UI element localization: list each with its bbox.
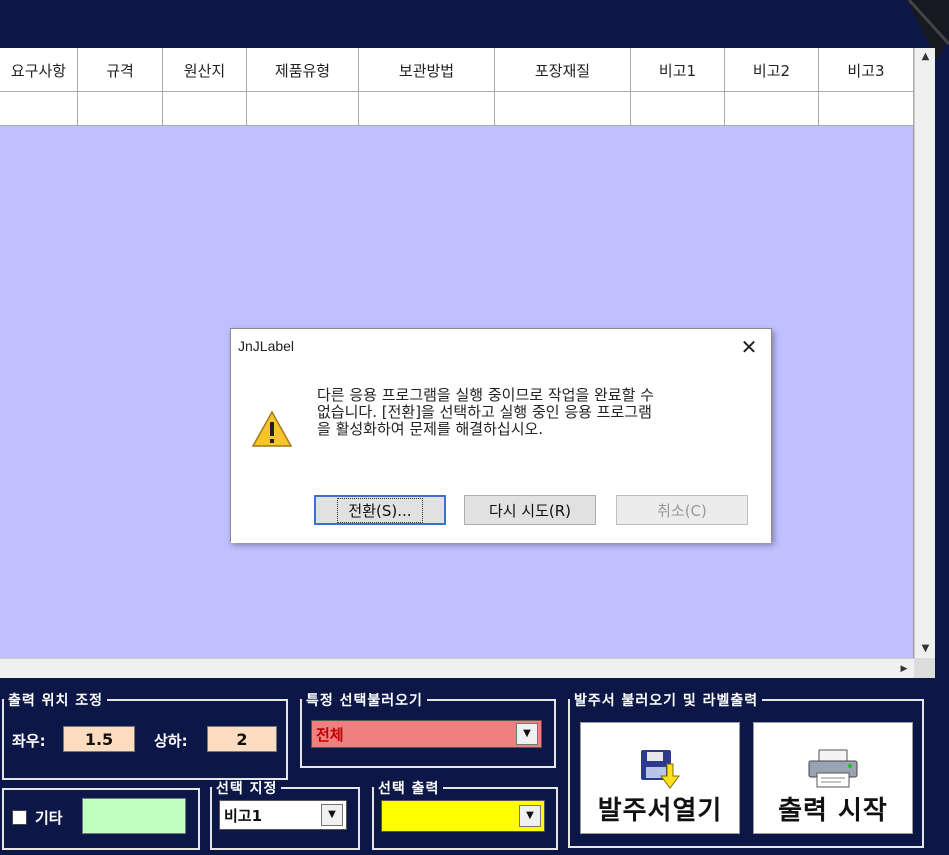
horizontal-scrollbar[interactable]: ▶ (0, 658, 914, 678)
dialog-message: 다른 응용 프로그램을 실행 중이므로 작업을 완료할 수 없습니다. [전환]… (317, 387, 757, 438)
select-output-combo[interactable]: ▼ (381, 800, 545, 832)
column-header[interactable]: 비고1 (631, 48, 725, 92)
column-header[interactable]: 원산지 (163, 48, 247, 92)
special-select-value: 전체 (316, 725, 344, 744)
select-output-legend: 선택 출력 (378, 781, 440, 797)
title-bar (0, 0, 949, 48)
table-cell[interactable] (495, 92, 631, 126)
printer-icon (808, 749, 858, 788)
select-designate-value: 비고1 (224, 806, 263, 825)
dialog-body: 다른 응용 프로그램을 실행 중이므로 작업을 완료할 수 없습니다. [전환]… (231, 365, 771, 543)
table-cell[interactable] (631, 92, 725, 126)
other-checkbox-label: 기타 (35, 809, 63, 827)
retry-button[interactable]: 다시 시도(R) (464, 495, 596, 525)
lr-value-field[interactable]: 1.5 (63, 726, 135, 752)
scroll-right-icon[interactable]: ▶ (894, 659, 914, 679)
column-header[interactable]: 제품유형 (247, 48, 359, 92)
table-cell[interactable] (78, 92, 163, 126)
order-group-legend: 발주서 불러오기 및 라벨출력 (574, 693, 759, 709)
chevron-down-icon[interactable]: ▼ (516, 723, 538, 745)
chevron-down-icon[interactable]: ▼ (321, 804, 343, 826)
cancel-button: 취소(C) (616, 495, 748, 525)
table-cell[interactable] (819, 92, 914, 126)
ud-value-field[interactable]: 2 (207, 726, 277, 752)
special-select-combo[interactable]: 전체 ▼ (311, 720, 542, 748)
column-header[interactable]: 포장재질 (495, 48, 631, 92)
dialog-title-bar: JnJLabel ✕ (231, 329, 771, 365)
table-cell[interactable] (0, 92, 78, 126)
dialog-message-line: 다른 응용 프로그램을 실행 중이므로 작업을 완료할 수 (317, 386, 654, 404)
grid-header: 요구사항 규격 원산지 제품유형 보관방법 포장재질 비고1 비고2 비고3 (0, 48, 914, 92)
select-designate-combo[interactable]: 비고1 ▼ (219, 800, 347, 830)
other-checkbox[interactable] (12, 810, 27, 825)
floppy-disk-arrow-icon (641, 750, 680, 789)
special-select-legend: 특정 선택불러오기 (306, 693, 423, 709)
scroll-up-icon[interactable]: ▲ (915, 48, 936, 66)
lr-label: 좌우: (12, 732, 46, 750)
column-header[interactable]: 규격 (78, 48, 163, 92)
select-designate-legend: 선택 지정 (216, 781, 278, 797)
dialog-message-line: 을 활성화하여 문제를 해결하십시오. (317, 420, 544, 438)
column-header[interactable]: 요구사항 (0, 48, 78, 92)
control-panel: 출력 위치 조정 좌우: 1.5 상하: 2 특정 선택불러오기 전체 ▼ 기타… (0, 678, 949, 855)
table-cell[interactable] (247, 92, 359, 126)
column-header[interactable]: 보관방법 (359, 48, 495, 92)
scrollbar-corner (914, 658, 935, 678)
app-window: 요구사항 규격 원산지 제품유형 보관방법 포장재질 비고1 비고2 비고3 ▲… (0, 0, 949, 855)
table-row[interactable] (0, 92, 914, 126)
table-cell[interactable] (725, 92, 819, 126)
position-group-legend: 출력 위치 조정 (8, 693, 104, 709)
column-header[interactable]: 비고3 (819, 48, 914, 92)
table-cell[interactable] (359, 92, 495, 126)
open-order-button[interactable]: 발주서열기 (580, 722, 740, 834)
chevron-down-icon[interactable]: ▼ (519, 805, 541, 827)
close-icon[interactable]: ✕ (735, 333, 763, 361)
dialog-title: JnJLabel (238, 338, 295, 354)
switch-button-label: 전환(S)... (337, 497, 423, 523)
start-print-button[interactable]: 출력 시작 (753, 722, 913, 834)
column-header[interactable]: 비고2 (725, 48, 819, 92)
vertical-scrollbar[interactable]: ▲ ▼ (914, 48, 935, 658)
open-order-label: 발주서열기 (597, 796, 723, 826)
table-cell[interactable] (163, 92, 247, 126)
ud-label: 상하: (154, 732, 188, 750)
message-dialog: JnJLabel ✕ 다른 응용 프로그램을 실행 중이므로 작업을 완료할 수… (230, 328, 772, 543)
other-input[interactable] (82, 798, 186, 834)
start-print-label: 출력 시작 (778, 796, 888, 826)
switch-button[interactable]: 전환(S)... (314, 495, 446, 525)
warning-icon (251, 410, 293, 447)
scroll-down-icon[interactable]: ▼ (915, 640, 936, 658)
dialog-message-line: 없습니다. [전환]을 선택하고 실행 중인 응용 프로그램 (317, 403, 652, 421)
